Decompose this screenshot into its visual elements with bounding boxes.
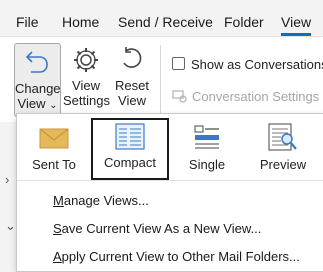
reset-view-label-1: Reset bbox=[115, 78, 149, 93]
view-option-label: Sent To bbox=[32, 157, 76, 172]
conversation-settings-label: Conversation Settings bbox=[192, 89, 320, 104]
tab-view[interactable]: View bbox=[281, 14, 311, 30]
change-view-dropdown: Sent To Compact Single Preview Manage Vi… bbox=[16, 113, 323, 272]
envelope-icon bbox=[39, 128, 69, 149]
manage-views-menu-item[interactable]: Manage Views... bbox=[53, 193, 149, 208]
view-settings-button[interactable]: View Settings bbox=[63, 45, 110, 108]
show-as-conversations-label: Show as Conversations bbox=[191, 57, 323, 72]
change-view-label-2: View ⌄ bbox=[17, 96, 58, 111]
tab-send-receive[interactable]: Send / Receive bbox=[118, 14, 213, 30]
gear-icon bbox=[74, 48, 98, 72]
tab-folder[interactable]: Folder bbox=[224, 14, 264, 30]
save-current-view-menu-item[interactable]: Save Current View As a New View... bbox=[53, 221, 261, 236]
view-option-preview[interactable]: Preview bbox=[245, 120, 321, 178]
view-option-label: Compact bbox=[103, 155, 157, 170]
chevron-down-icon: ⌄ bbox=[49, 100, 58, 111]
apply-current-view-menu-item[interactable]: Apply Current View to Other Mail Folders… bbox=[53, 249, 300, 264]
conversation-settings-icon bbox=[172, 90, 187, 103]
view-settings-label-2: Settings bbox=[63, 93, 110, 108]
change-view-button[interactable]: Change View ⌄ bbox=[14, 43, 61, 117]
show-as-conversations-checkbox[interactable]: Show as Conversations bbox=[172, 57, 323, 72]
view-option-label: Preview bbox=[259, 157, 307, 172]
ribbon-panel: Change View ⌄ View Settings Reset View S… bbox=[0, 36, 323, 123]
ribbon-separator bbox=[160, 45, 161, 117]
checkbox-box[interactable] bbox=[172, 57, 185, 70]
view-gallery: Sent To Compact Single Preview bbox=[17, 114, 323, 181]
tab-file[interactable]: File bbox=[16, 14, 39, 30]
preview-icon bbox=[268, 123, 297, 151]
view-settings-label-1: View bbox=[72, 78, 100, 93]
reset-view-button[interactable]: Reset View bbox=[112, 45, 152, 108]
conversation-settings-button[interactable]: Conversation Settings⌄ bbox=[172, 89, 323, 104]
ribbon-tab-bar: File Home Send / Receive Folder View bbox=[0, 0, 323, 36]
reset-view-label-2: View bbox=[118, 93, 146, 108]
change-view-icon bbox=[25, 51, 48, 73]
reset-icon bbox=[123, 47, 142, 68]
view-option-single[interactable]: Single bbox=[169, 120, 245, 178]
navigation-pane-edge: › ⌄ bbox=[0, 122, 16, 270]
chevron-right-icon[interactable]: › bbox=[5, 172, 9, 187]
compact-list-icon bbox=[115, 123, 145, 150]
single-list-icon bbox=[194, 125, 219, 149]
view-option-compact[interactable]: Compact bbox=[91, 118, 169, 180]
view-option-label: Single bbox=[188, 157, 226, 172]
view-option-sent-to[interactable]: Sent To bbox=[19, 120, 89, 178]
change-view-label-1: Change bbox=[15, 81, 61, 96]
chevron-down-icon[interactable]: ⌄ bbox=[5, 218, 16, 234]
tab-home[interactable]: Home bbox=[62, 14, 99, 30]
